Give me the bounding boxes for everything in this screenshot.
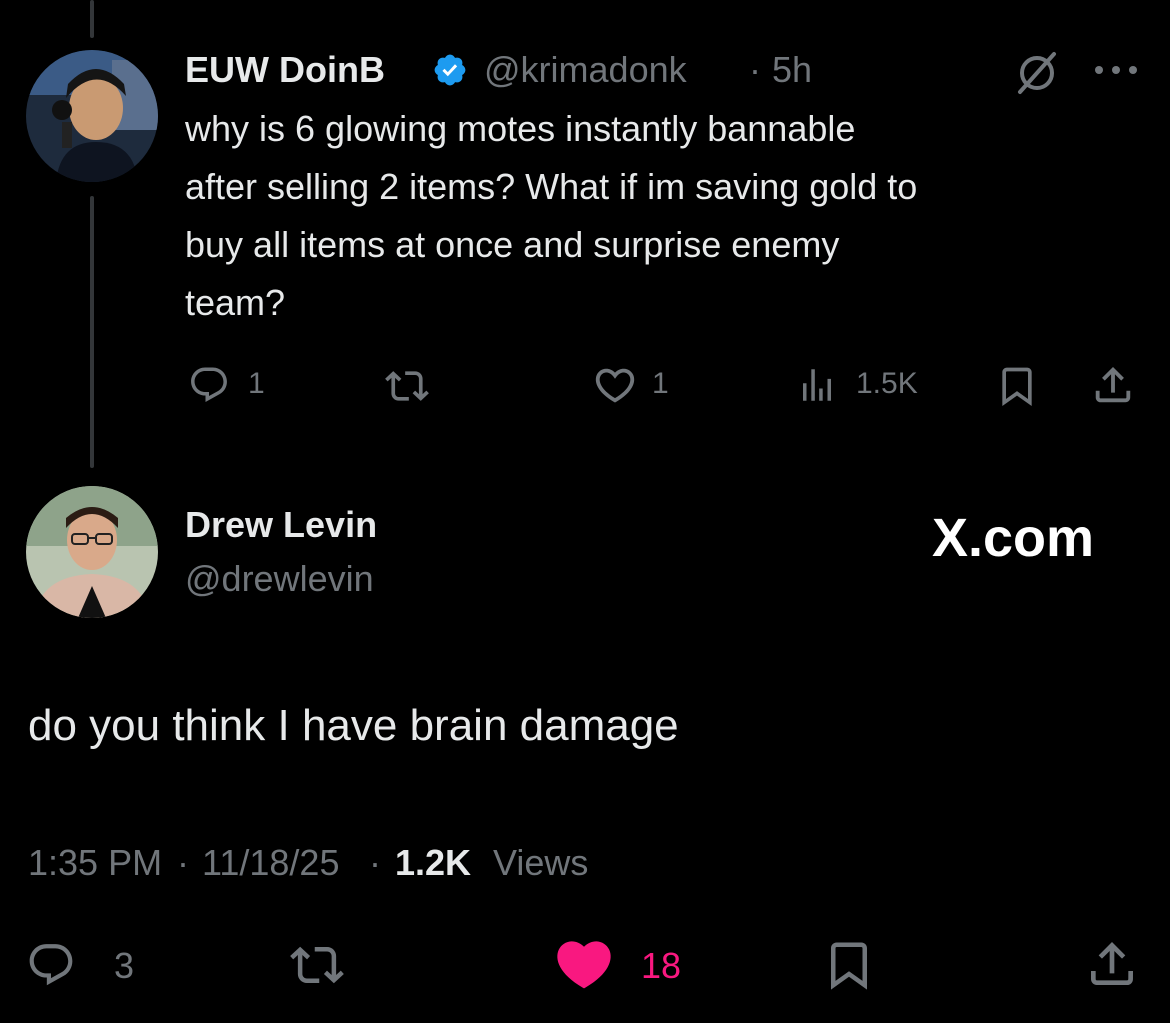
- handle[interactable]: @drewlevin: [185, 558, 374, 600]
- author-name[interactable]: EUW DoinB: [185, 49, 385, 91]
- views-label: Views: [493, 842, 589, 883]
- source-label: X.com: [932, 508, 1095, 568]
- avatar[interactable]: [26, 50, 158, 182]
- share-icon[interactable]: [1084, 936, 1140, 992]
- author-name[interactable]: Drew Levin: [185, 504, 377, 546]
- bookmark-icon[interactable]: [995, 363, 1039, 409]
- meta-separator: ·: [177, 842, 189, 883]
- reply-icon: [188, 364, 230, 406]
- tweet-text-line: after selling 2 items? What if im saving…: [185, 166, 918, 207]
- handle[interactable]: @krimadonk: [484, 49, 687, 91]
- meta-separator: ·: [369, 842, 381, 883]
- reply-text: do you think I have brain damage: [28, 701, 679, 750]
- tweet-text-line: why is 6 glowing motes instantly bannabl…: [185, 108, 856, 149]
- tweet-text-line: team?: [185, 282, 286, 323]
- verified-badge-icon: [432, 52, 468, 88]
- views-count: 1.2K: [395, 842, 472, 883]
- tweet-time[interactable]: 1:35 PM: [28, 842, 162, 884]
- like-count: 18: [641, 945, 682, 986]
- retweet-icon: [385, 364, 429, 408]
- thread-line: [90, 196, 94, 468]
- tweet-date[interactable]: 11/18/25: [202, 842, 339, 884]
- reply-count: 3: [114, 945, 135, 986]
- share-icon[interactable]: [1090, 362, 1136, 408]
- avatar[interactable]: [26, 486, 158, 618]
- more-icon[interactable]: [1094, 64, 1138, 76]
- like-icon-filled: [552, 932, 616, 996]
- separator: ·: [749, 49, 761, 90]
- thread-line-top: [90, 0, 94, 38]
- retweet-icon: [290, 938, 344, 992]
- views-icon: [796, 364, 838, 406]
- tweet-text-line: buy all items at once and surprise enemy: [185, 224, 840, 265]
- like-count: 1: [652, 367, 669, 400]
- like-icon: [592, 362, 638, 408]
- grok-icon[interactable]: [1014, 50, 1060, 96]
- bookmark-icon[interactable]: [822, 936, 876, 994]
- reply-count: 1: [248, 367, 265, 400]
- reply-icon: [26, 940, 76, 990]
- views-count: 1.5K: [856, 367, 918, 400]
- timestamp[interactable]: 5h: [772, 49, 812, 91]
